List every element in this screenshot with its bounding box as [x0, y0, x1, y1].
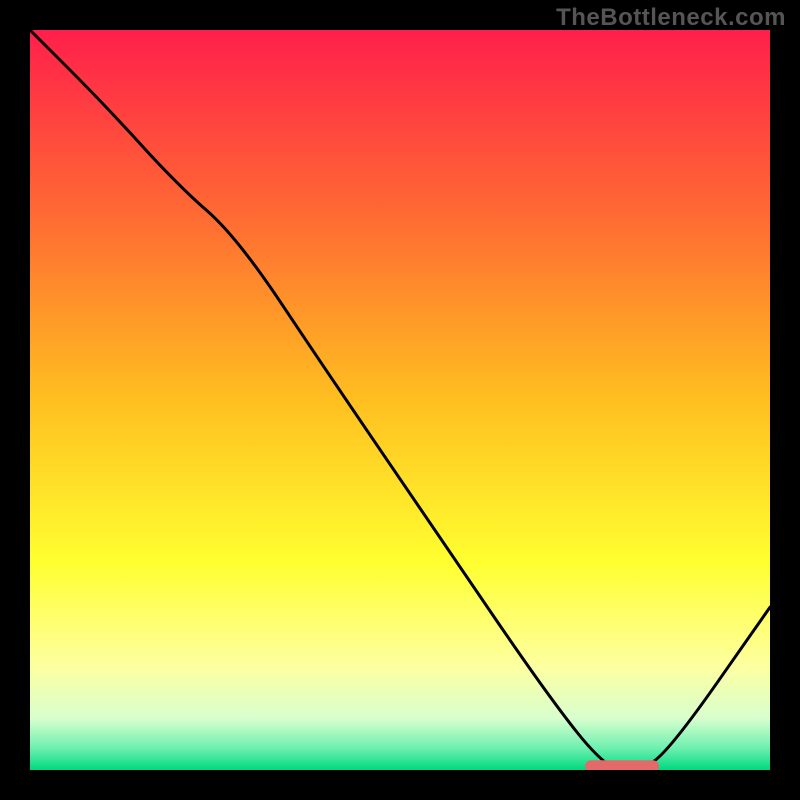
chart-plot-area	[30, 30, 770, 770]
chart-background	[30, 30, 770, 770]
chart-svg	[30, 30, 770, 770]
watermark-text: TheBottleneck.com	[556, 4, 786, 32]
chart-marker	[585, 760, 659, 770]
chart-container: TheBottleneck.com	[0, 0, 800, 800]
